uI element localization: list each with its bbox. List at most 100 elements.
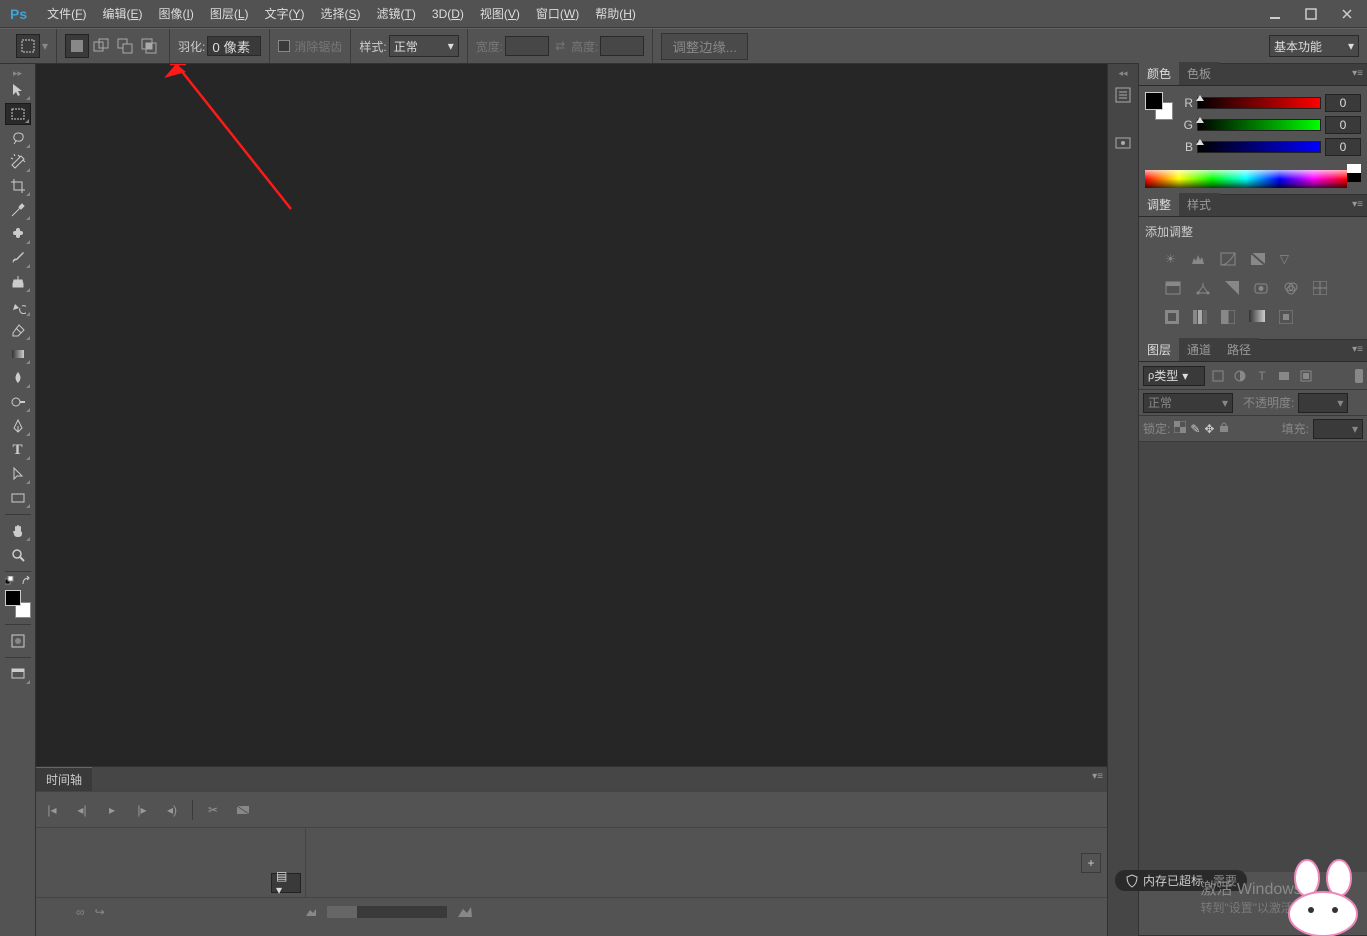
timeline-play-button[interactable]: ▸ — [102, 800, 122, 820]
menu-type[interactable]: 文字(Y) — [257, 1, 313, 26]
menu-help[interactable]: 帮助(H) — [587, 1, 644, 26]
gradient-map-icon[interactable] — [1249, 310, 1265, 327]
layers-list[interactable] — [1139, 442, 1367, 872]
quick-mask-mode-button[interactable] — [5, 630, 31, 652]
rectangle-tool[interactable] — [5, 487, 31, 509]
history-brush-tool[interactable] — [5, 295, 31, 317]
r-slider[interactable] — [1197, 97, 1321, 109]
filter-adjustment-icon[interactable] — [1231, 367, 1249, 385]
fill-input[interactable]: ▾ — [1313, 419, 1363, 439]
posterize-icon[interactable] — [1193, 310, 1207, 327]
menu-file[interactable]: 文件(F) — [39, 1, 94, 26]
color-spectrum[interactable] — [1145, 170, 1347, 188]
timeline-next-frame-button[interactable]: |▸ — [132, 800, 152, 820]
menu-edit[interactable]: 编辑(E) — [94, 1, 150, 26]
menu-layer[interactable]: 图层(L) — [202, 1, 257, 26]
filter-toggle[interactable] — [1355, 369, 1363, 383]
timeline-zoom-slider[interactable] — [327, 906, 447, 918]
color-tab[interactable]: 颜色 — [1139, 62, 1179, 85]
g-value[interactable]: 0 — [1325, 116, 1361, 134]
exposure-icon[interactable] — [1250, 252, 1266, 269]
menu-view[interactable]: 视图(V) — [472, 1, 528, 26]
color-swatches[interactable] — [5, 590, 31, 618]
timeline-track-options[interactable]: ▤ ▾ — [271, 873, 301, 893]
window-minimize-button[interactable] — [1259, 4, 1291, 24]
timeline-add-media-button[interactable]: + — [1081, 853, 1101, 873]
eyedropper-tool[interactable] — [5, 199, 31, 221]
selection-new-button[interactable] — [65, 34, 89, 58]
properties-panel-icon[interactable] — [1110, 130, 1136, 156]
gradient-tool[interactable] — [5, 343, 31, 365]
menu-window[interactable]: 窗口(W) — [528, 1, 587, 26]
lock-position-icon[interactable]: ✥ — [1204, 422, 1214, 436]
blur-tool[interactable] — [5, 367, 31, 389]
toolbar-expand-handle[interactable]: ▸▸ — [0, 68, 36, 78]
screen-mode-button[interactable] — [5, 663, 31, 685]
lock-image-icon[interactable]: ✎ — [1190, 422, 1200, 436]
move-tool[interactable] — [5, 79, 31, 101]
dodge-tool[interactable] — [5, 391, 31, 413]
filter-smart-icon[interactable] — [1297, 367, 1315, 385]
filter-type-icon[interactable]: T — [1253, 367, 1271, 385]
workspace-dropdown[interactable]: 基本功能 ▾ — [1269, 35, 1359, 57]
magic-wand-tool[interactable] — [5, 151, 31, 173]
filter-pixel-icon[interactable] — [1209, 367, 1227, 385]
swap-default-colors[interactable] — [5, 576, 31, 588]
b-value[interactable]: 0 — [1325, 138, 1361, 156]
spot-healing-brush-tool[interactable] — [5, 223, 31, 245]
color-balance-icon[interactable] — [1195, 281, 1211, 298]
opacity-input[interactable]: ▾ — [1298, 393, 1348, 413]
styles-tab[interactable]: 样式 — [1179, 193, 1219, 216]
selective-color-icon[interactable] — [1279, 310, 1293, 327]
color-panel-swatches[interactable] — [1145, 92, 1173, 120]
lock-transparency-icon[interactable] — [1174, 421, 1186, 436]
timeline-prev-frame-button[interactable]: ◂| — [72, 800, 92, 820]
zoom-in-mountain-icon[interactable] — [457, 906, 473, 918]
r-value[interactable]: 0 — [1325, 94, 1361, 112]
current-tool-preset[interactable] — [16, 34, 40, 58]
vibrance-icon[interactable]: ▽ — [1280, 252, 1289, 269]
color-lookup-icon[interactable] — [1313, 281, 1327, 298]
antialias-checkbox[interactable] — [278, 40, 290, 52]
dropdown-arrow-icon[interactable]: ▾ — [42, 39, 48, 53]
menu-image[interactable]: 图像(I) — [150, 1, 201, 26]
menu-select[interactable]: 选择(S) — [313, 1, 369, 26]
black-white-icon[interactable] — [1225, 281, 1239, 298]
timeline-split-button[interactable]: ✂ — [203, 800, 223, 820]
lock-all-icon[interactable] — [1218, 421, 1230, 436]
rectangular-marquee-tool[interactable] — [5, 103, 31, 125]
path-selection-tool[interactable] — [5, 463, 31, 485]
clone-stamp-tool[interactable] — [5, 271, 31, 293]
timeline-tab[interactable]: 时间轴 — [36, 767, 92, 791]
levels-icon[interactable] — [1190, 252, 1206, 269]
crop-tool[interactable] — [5, 175, 31, 197]
panel-fg-swatch[interactable] — [1145, 92, 1163, 110]
hand-tool[interactable] — [5, 520, 31, 542]
type-tool[interactable]: T — [5, 439, 31, 461]
color-panel-menu-icon[interactable]: ▾≡ — [1352, 68, 1363, 79]
history-panel-icon[interactable] — [1110, 82, 1136, 108]
selection-add-button[interactable] — [89, 34, 113, 58]
lasso-tool[interactable] — [5, 127, 31, 149]
menu-filter[interactable]: 滤镜(T) — [369, 1, 424, 26]
pen-tool[interactable] — [5, 415, 31, 437]
adjust-panel-menu-icon[interactable]: ▾≡ — [1352, 199, 1363, 210]
photo-filter-icon[interactable] — [1253, 281, 1269, 298]
canvas-panel[interactable] — [36, 64, 1107, 766]
timeline-track-area[interactable]: + — [306, 828, 1107, 897]
eraser-tool[interactable] — [5, 319, 31, 341]
swatches-tab[interactable]: 色板 — [1179, 62, 1219, 85]
foreground-color-swatch[interactable] — [5, 590, 21, 606]
style-dropdown[interactable]: 正常 ▾ — [389, 35, 459, 57]
timeline-first-frame-button[interactable]: |◂ — [42, 800, 62, 820]
hue-sat-icon[interactable] — [1165, 281, 1181, 298]
layer-filter-type-dropdown[interactable]: ρ 类型▾ — [1143, 366, 1205, 386]
channels-tab[interactable]: 通道 — [1179, 338, 1219, 361]
brightness-contrast-icon[interactable]: ☀ — [1165, 252, 1176, 269]
adjustments-tab[interactable]: 调整 — [1139, 193, 1179, 216]
g-slider[interactable] — [1197, 119, 1321, 131]
timeline-audio-button[interactable]: ◂) — [162, 800, 182, 820]
selection-subtract-button[interactable] — [113, 34, 137, 58]
filter-shape-icon[interactable] — [1275, 367, 1293, 385]
refine-edge-button[interactable]: 调整边缘... — [661, 33, 747, 60]
